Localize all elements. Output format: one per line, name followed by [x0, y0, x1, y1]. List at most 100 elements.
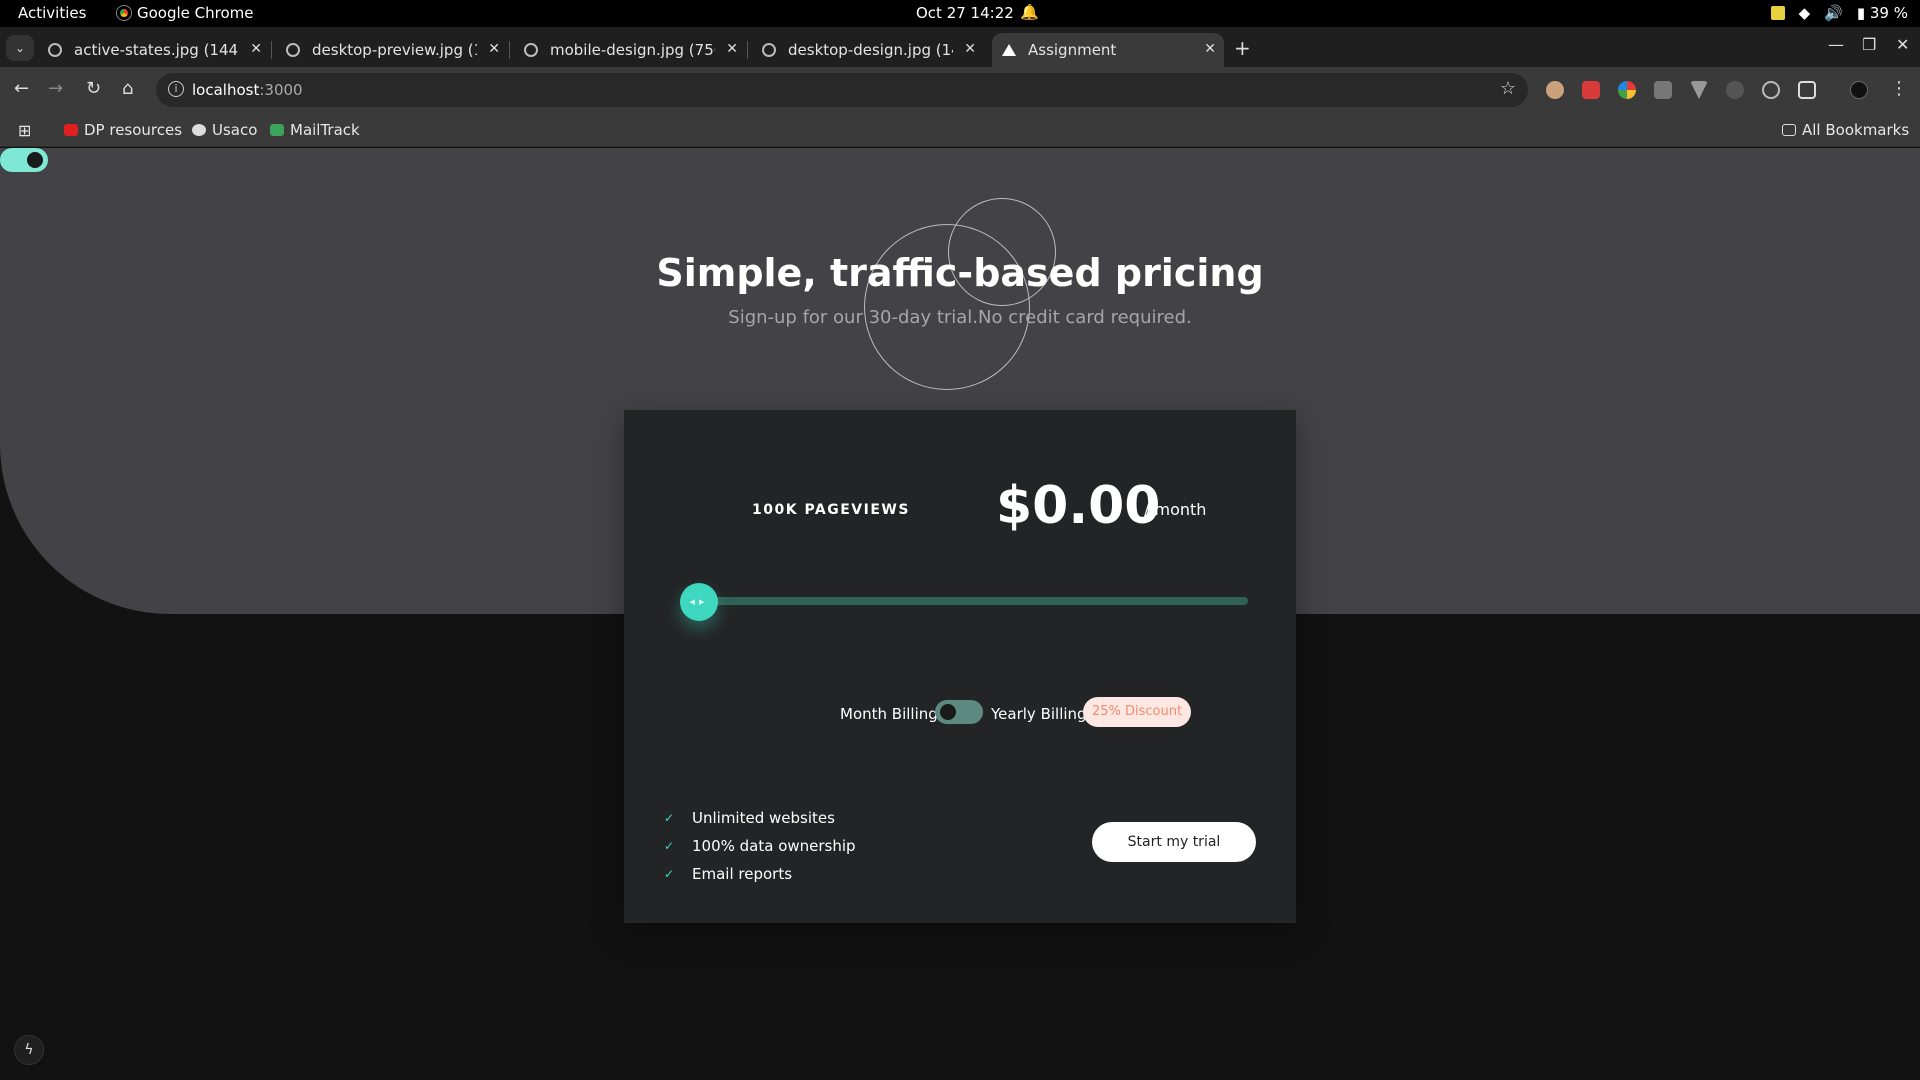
- bookmark-label: Usaco: [212, 121, 258, 139]
- extension-icon[interactable]: [1582, 81, 1600, 99]
- feature-item: ✓ Email reports: [664, 860, 856, 888]
- notification-bell-icon[interactable]: 🔔: [1020, 3, 1039, 21]
- page-title: Simple, traffic-based pricing: [656, 251, 1264, 295]
- extension-icon[interactable]: [1762, 81, 1780, 99]
- page-viewport: Simple, traffic-based pricing Sign-up fo…: [0, 148, 1920, 1080]
- billing-toggle[interactable]: [935, 700, 983, 724]
- price-value: $0.00: [996, 476, 1161, 536]
- folder-icon: [1782, 124, 1796, 136]
- url-host: localhost: [192, 81, 260, 99]
- globe-icon: [524, 43, 538, 57]
- volume-icon[interactable]: 🔊: [1824, 4, 1843, 22]
- pricing-card: 100K PAGEVIEWS $0.00 / month ◂▸ Month Bi…: [624, 410, 1296, 923]
- slider-thumb[interactable]: ◂▸: [680, 583, 718, 621]
- start-trial-button[interactable]: Start my trial: [1092, 822, 1256, 862]
- bookmarks-bar: ⊞ DP resources Usaco MailTrack All Bookm…: [0, 113, 1920, 147]
- yearly-billing-label: Yearly Billing: [991, 705, 1087, 723]
- tab-strip: ⌄ active-states.jpg (1440× ✕ desktop-pre…: [0, 27, 1920, 67]
- feature-text: Email reports: [692, 865, 793, 883]
- close-tab-icon[interactable]: ✕: [964, 41, 976, 57]
- all-bookmarks-label: All Bookmarks: [1802, 121, 1910, 139]
- discount-badge: 25% Discount: [1083, 697, 1191, 727]
- address-bar[interactable]: i localhost:3000 ☆: [156, 73, 1528, 107]
- tab-title: desktop-design.jpg (144: [788, 41, 953, 59]
- mailtrack-icon: [270, 124, 284, 136]
- usaco-icon: [192, 124, 206, 136]
- price-period: / month: [1144, 500, 1207, 519]
- nextjs-dev-indicator-icon[interactable]: ϟ: [14, 1035, 44, 1065]
- minimize-icon[interactable]: —: [1828, 35, 1844, 54]
- bookmark-usaco[interactable]: Usaco: [192, 121, 257, 139]
- reload-icon[interactable]: ↻: [86, 78, 101, 99]
- site-info-icon[interactable]: i: [168, 81, 184, 97]
- tab-title: mobile-design.jpg (750×: [550, 41, 715, 59]
- puzzle-extensions-icon[interactable]: [1798, 81, 1816, 99]
- youtube-icon: [64, 124, 78, 136]
- check-icon: ✓: [664, 811, 675, 825]
- app-name: Google Chrome: [137, 4, 254, 22]
- kebab-menu-icon[interactable]: ⋮: [1890, 78, 1908, 99]
- check-icon: ✓: [664, 839, 675, 853]
- tab-title: active-states.jpg (1440×: [74, 41, 239, 59]
- url-port: :3000: [259, 81, 303, 99]
- globe-icon: [48, 43, 62, 57]
- pageviews-label: 100K PAGEVIEWS: [752, 502, 910, 518]
- analytics-extension-icon[interactable]: [1654, 81, 1672, 99]
- home-icon[interactable]: ⌂: [122, 78, 133, 99]
- notes-icon[interactable]: [1770, 6, 1785, 20]
- bookmark-label: MailTrack: [290, 121, 360, 139]
- tab-active-states[interactable]: active-states.jpg (1440× ✕: [38, 33, 272, 67]
- close-window-icon[interactable]: ✕: [1896, 35, 1909, 54]
- back-icon[interactable]: ←: [14, 78, 29, 99]
- tab-title: Assignment: [1028, 41, 1117, 59]
- extension-icon[interactable]: [1546, 81, 1564, 99]
- feature-text: 100% data ownership: [692, 837, 856, 855]
- chrome-icon: [117, 6, 131, 20]
- globe-icon: [286, 43, 300, 57]
- toggle-knob: [940, 704, 956, 720]
- close-tab-icon[interactable]: ✕: [250, 41, 262, 57]
- tab-mobile-design[interactable]: mobile-design.jpg (750× ✕: [514, 33, 748, 67]
- vercel-triangle-icon: [1002, 44, 1016, 56]
- feature-item: ✓ 100% data ownership: [664, 832, 856, 860]
- bookmark-star-icon[interactable]: ☆: [1500, 78, 1516, 99]
- feature-item: ✓ Unlimited websites: [664, 804, 856, 832]
- tab-desktop-preview[interactable]: desktop-preview.jpg (14 ✕: [276, 33, 510, 67]
- bookmark-dp-resources[interactable]: DP resources: [64, 121, 182, 139]
- bookmark-mailtrack[interactable]: MailTrack: [270, 121, 360, 139]
- close-tab-icon[interactable]: ✕: [488, 41, 500, 57]
- forward-icon[interactable]: →: [48, 78, 63, 99]
- monthly-billing-label: Month Billing: [840, 705, 938, 723]
- toggle-knob: [27, 152, 43, 168]
- tab-search-icon[interactable]: ⌄: [6, 35, 34, 61]
- feature-text: Unlimited websites: [692, 809, 835, 827]
- tab-title: desktop-preview.jpg (14: [312, 41, 477, 59]
- close-tab-icon[interactable]: ✕: [1204, 41, 1216, 57]
- check-icon: ✓: [664, 867, 675, 881]
- battery-status[interactable]: ▮ 39 %: [1857, 4, 1908, 22]
- all-bookmarks[interactable]: All Bookmarks: [1782, 121, 1909, 139]
- clock[interactable]: Oct 27 14:22: [916, 4, 1014, 22]
- extension-icon[interactable]: [1726, 81, 1744, 99]
- globe-icon: [762, 43, 776, 57]
- activities-button[interactable]: Activities: [18, 4, 86, 22]
- system-top-bar: Activities Google Chrome Oct 27 14:22 🔔 …: [0, 0, 1920, 27]
- tab-assignment[interactable]: Assignment ✕: [992, 33, 1224, 67]
- bookmark-label: DP resources: [84, 121, 183, 139]
- battery-level: 39 %: [1869, 4, 1908, 22]
- close-tab-icon[interactable]: ✕: [726, 41, 738, 57]
- system-tray[interactable]: ◆ 🔊 ▮ 39 %: [1770, 4, 1908, 22]
- theme-toggle[interactable]: [0, 148, 48, 172]
- browser-toolbar: ← → ↻ ⌂ i localhost:3000 ☆ ⋮: [0, 67, 1920, 113]
- tab-desktop-design[interactable]: desktop-design.jpg (144 ✕: [752, 33, 984, 67]
- restore-icon[interactable]: ❐: [1862, 35, 1876, 54]
- wifi-icon[interactable]: ◆: [1799, 4, 1811, 22]
- extension-icon[interactable]: [1690, 81, 1708, 99]
- app-menu[interactable]: Google Chrome: [117, 4, 254, 22]
- pageviews-slider-track[interactable]: [696, 597, 1248, 605]
- apps-grid-icon[interactable]: ⊞: [18, 121, 31, 140]
- extension-icon[interactable]: [1618, 81, 1636, 99]
- profile-avatar[interactable]: [1850, 81, 1868, 99]
- new-tab-button[interactable]: +: [1234, 36, 1251, 60]
- url-text[interactable]: localhost:3000: [192, 81, 303, 99]
